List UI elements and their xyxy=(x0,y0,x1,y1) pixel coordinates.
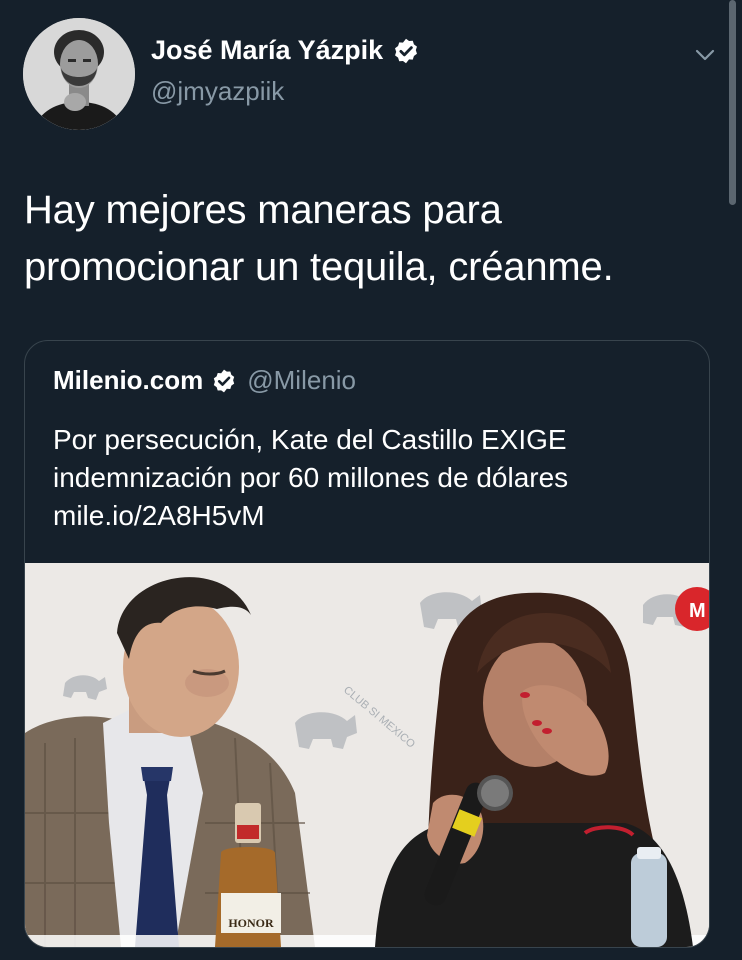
svg-text:M: M xyxy=(689,600,706,622)
author-handle[interactable]: @jmyazpiik xyxy=(151,76,284,107)
press-conference-photo: CLUB SI MEXICO M HONOR xyxy=(25,563,709,947)
tweet-text-line: Hay mejores maneras para xyxy=(24,188,502,232)
quoted-text-line: Por persecución, Kate del Castillo EXIGE xyxy=(53,424,567,455)
tweet-text-line: promocionar un tequila, créanme. xyxy=(24,245,614,289)
quoted-tweet-text: Por persecución, Kate del Castillo EXIGE… xyxy=(53,421,693,535)
tweet-text: Hay mejores maneras para promocionar un … xyxy=(24,182,714,296)
bottle-label: HONOR xyxy=(228,916,274,930)
avatar[interactable] xyxy=(23,18,135,130)
author-name-row[interactable]: José María Yázpik xyxy=(151,35,420,66)
quoted-author-handle: @Milenio xyxy=(247,365,357,395)
verified-badge-icon xyxy=(211,368,237,394)
tweet-card: José María Yázpik @jmyazpiik Hay mejores… xyxy=(0,0,742,960)
chevron-down-icon[interactable] xyxy=(694,44,716,66)
verified-badge-icon xyxy=(392,37,420,65)
quoted-tweet[interactable]: Milenio.com @Milenio Por persecución, Ka… xyxy=(24,340,710,948)
scrollbar[interactable] xyxy=(729,0,736,205)
quoted-tweet-header: Milenio.com @Milenio xyxy=(53,365,356,396)
author-display-name[interactable]: José María Yázpik xyxy=(151,35,383,66)
avatar-image xyxy=(23,18,135,130)
quoted-tweet-link[interactable]: mile.io/2A8H5vM xyxy=(53,497,693,535)
quoted-tweet-photo[interactable]: CLUB SI MEXICO M HONOR xyxy=(25,563,709,947)
quoted-author-name: Milenio.com xyxy=(53,365,204,395)
quoted-text-line: indemnización por 60 millones de dólares xyxy=(53,462,569,493)
